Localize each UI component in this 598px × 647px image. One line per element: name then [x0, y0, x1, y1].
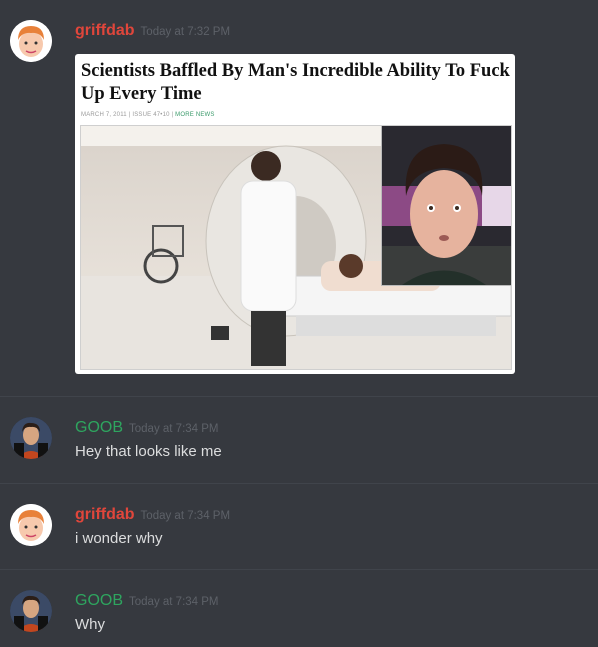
author-label[interactable]: GOOB	[75, 419, 123, 436]
face-photo-image	[382, 126, 511, 285]
link-embed-card[interactable]: Scientists Baffled By Man's Incredible A…	[75, 54, 515, 374]
portrait-avatar-icon	[10, 417, 52, 459]
embed-meta: MARCH 7, 2011 | ISSUE 47•10 | MORE NEWS	[81, 112, 215, 118]
more-news-link[interactable]: MORE NEWS	[175, 112, 214, 118]
author-name[interactable]: GOOB Today at 7:34 PM	[75, 592, 219, 610]
inset-photo	[381, 126, 511, 286]
embed-date: MARCH 7, 2011 | ISSUE 47•10 |	[81, 112, 174, 118]
message-timestamp: Today at 7:34 PM	[129, 423, 219, 435]
portrait-avatar-icon	[10, 590, 52, 632]
author-name[interactable]: GOOB Today at 7:34 PM	[75, 419, 219, 437]
message-text: Why	[75, 616, 105, 633]
griffdab-avatar[interactable]	[10, 20, 52, 62]
message-group: GOOB Today at 7:34 PM Why	[0, 570, 598, 647]
cartoon-face-avatar-icon	[10, 504, 52, 546]
goob-avatar[interactable]	[10, 590, 52, 632]
message-timestamp: Today at 7:34 PM	[129, 596, 219, 608]
message-text: i wonder why	[75, 530, 163, 547]
author-name[interactable]: griffdab Today at 7:32 PM	[75, 22, 230, 40]
message-timestamp: Today at 7:34 PM	[140, 510, 231, 522]
message-group: griffdab Today at 7:32 PM Scientists Baff…	[0, 0, 598, 390]
author-name[interactable]: griffdab Today at 7:34 PM	[75, 506, 230, 524]
embed-image[interactable]	[80, 125, 512, 370]
message-group: GOOB Today at 7:34 PM Hey that looks like…	[0, 397, 598, 483]
message-text: Hey that looks like me	[75, 443, 222, 460]
embed-headline[interactable]: Scientists Baffled By Man's Incredible A…	[81, 60, 511, 106]
author-label[interactable]: griffdab	[75, 506, 135, 523]
cartoon-face-avatar-icon	[10, 20, 52, 62]
author-label[interactable]: GOOB	[75, 592, 123, 609]
griffdab-avatar[interactable]	[10, 504, 52, 546]
message-group: griffdab Today at 7:34 PM i wonder why	[0, 484, 598, 570]
goob-avatar[interactable]	[10, 417, 52, 459]
author-label[interactable]: griffdab	[75, 22, 135, 39]
message-timestamp: Today at 7:32 PM	[140, 26, 231, 38]
